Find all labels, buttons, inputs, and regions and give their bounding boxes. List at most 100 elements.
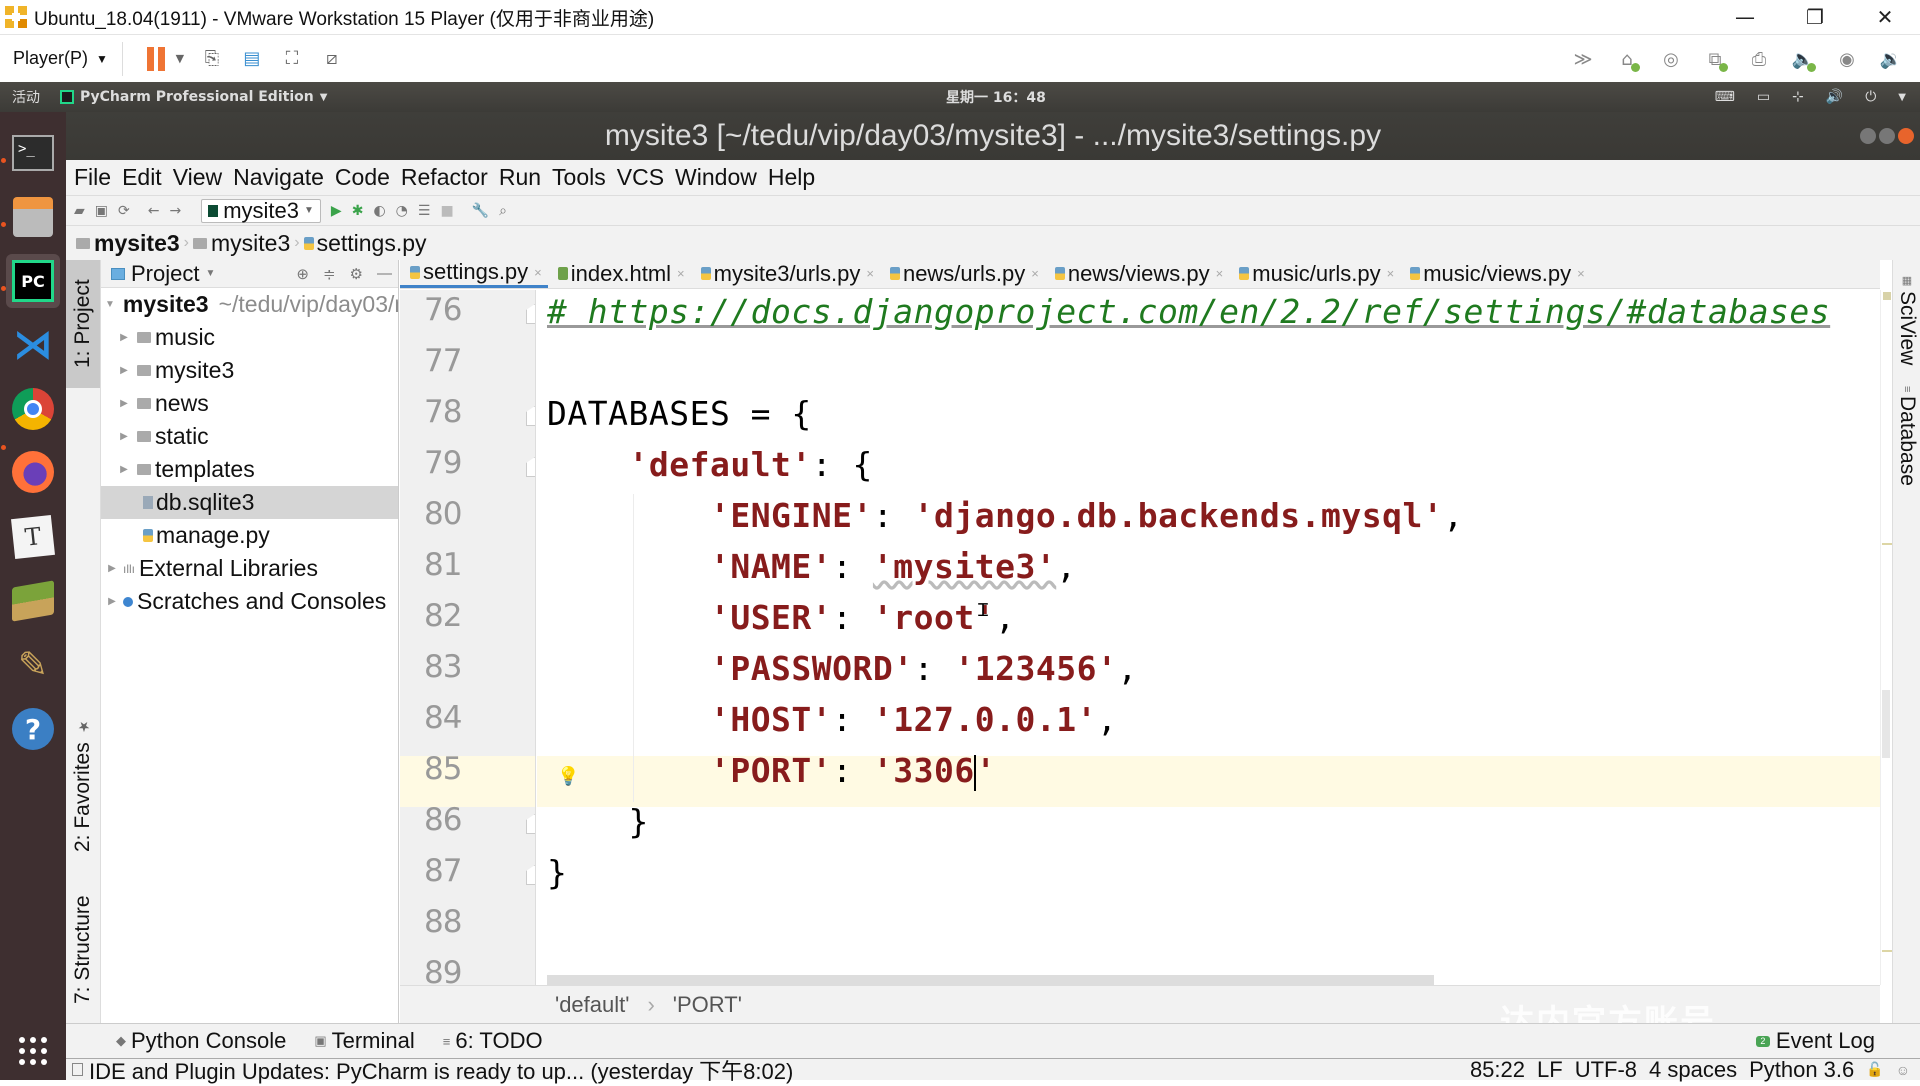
speaker-button[interactable]: 🔉 [1876,44,1906,74]
tool-tab-sciview[interactable]: ▦ SciView [1893,274,1920,370]
tree-item-scratches[interactable]: ▶ Scratches and Consoles [101,585,398,618]
gear-icon[interactable]: ⚙ [350,265,363,283]
printer-button[interactable]: ⎙ [1744,44,1774,74]
back-icon[interactable]: ← [148,203,160,219]
tool-python-console[interactable]: ◆ Python Console [116,1028,286,1054]
network-adapter-button[interactable]: ⧉ [1700,44,1730,74]
clock[interactable]: 星期一 16：48 [946,87,1046,107]
activities-button[interactable]: 活动 [12,87,40,107]
tool-tab-project[interactable]: 1: Project [66,260,100,388]
hard-disk-button[interactable]: ⌂ [1612,44,1642,74]
inspector-icon[interactable]: ☺ [1896,1062,1910,1078]
settings-wrench-icon[interactable]: 🔧 [472,203,489,219]
close-tab-icon[interactable]: × [866,266,874,281]
app-menu[interactable]: PyCharm Professional Edition ▼ [60,89,327,105]
menu-code[interactable]: Code [335,164,390,191]
vertical-scrollbar[interactable] [1882,690,1890,758]
save-icon[interactable]: ▣ [95,203,108,219]
close-tab-icon[interactable]: × [1577,266,1585,281]
launcher-help[interactable]: ? [6,702,60,756]
menu-navigate[interactable]: Navigate [233,164,324,191]
removable-devices-button[interactable]: ▤ [237,44,267,74]
close-tab-icon[interactable]: × [1216,266,1224,281]
launcher-vscode[interactable]: ⋊ [6,318,60,372]
close-button[interactable]: ✕ [1850,0,1920,34]
debug-icon[interactable]: ✱ [352,203,364,219]
sound-card-button[interactable]: 🔈 [1788,44,1818,74]
locate-icon[interactable]: ⊕ [296,265,309,283]
menu-edit[interactable]: Edit [122,164,162,191]
code-comment-link[interactable]: # https://docs.djangoproject.com/en/2.2/… [547,292,1830,331]
tab-music-urls-py[interactable]: music/urls.py × [1229,260,1400,288]
tab-settings-py[interactable]: settings.py × [400,260,548,288]
profile-icon[interactable]: ◔ [396,203,408,219]
warning-marker[interactable] [1882,950,1892,952]
menu-refactor[interactable]: Refactor [401,164,488,191]
more-devices-button[interactable]: ≫ [1568,44,1598,74]
tool-tab-favorites[interactable]: 2: Favorites ★ [66,710,100,860]
file-encoding[interactable]: UTF-8 [1575,1057,1637,1083]
minimize-button[interactable]: — [1710,0,1780,34]
stop-icon[interactable]: ■ [440,203,453,219]
tree-item-manage-py[interactable]: manage.py [101,519,398,552]
caret-position[interactable]: 85:22 [1470,1057,1525,1083]
cd-dvd-button[interactable]: ◎ [1656,44,1686,74]
fullscreen-button[interactable]: ⛶ [277,44,307,74]
launcher-firefox[interactable] [6,445,60,499]
tab-mysite3-urls-py[interactable]: mysite3/urls.py × [691,260,880,288]
tree-item-db-sqlite3[interactable]: db.sqlite3 [101,486,398,519]
tab-music-views-py[interactable]: music/views.py × [1400,260,1591,288]
launcher-files[interactable] [6,190,60,244]
player-menu[interactable]: Player(P) ▼ [13,41,123,76]
tree-item-static[interactable]: ▶ static [101,420,398,453]
nav-package[interactable]: mysite3 [211,230,290,257]
status-message[interactable]: IDE and Plugin Updates: PyCharm is ready… [72,1054,793,1086]
coverage-icon[interactable]: ◐ [373,203,385,219]
tree-item-mysite3[interactable]: ▶ mysite3 [101,354,398,387]
menu-view[interactable]: View [173,164,222,191]
menu-window[interactable]: Window [675,164,757,191]
close-tab-icon[interactable]: × [1031,266,1039,281]
power-icon[interactable]: ⏻ [1865,89,1876,105]
fold-marker[interactable] [526,304,535,324]
nav-root[interactable]: mysite3 [94,230,180,257]
tool-tab-structure[interactable]: 7: Structure [66,875,100,1025]
pause-button[interactable] [141,44,171,74]
search-icon[interactable]: ⌕ [499,203,507,219]
forward-icon[interactable]: → [169,203,181,219]
pycharm-close-button[interactable] [1898,128,1914,144]
code-editor[interactable]: 💡 # https://docs.djangoproject.com/en/2.… [537,290,1880,985]
tab-news-urls-py[interactable]: news/urls.py × [880,260,1045,288]
camera-button[interactable]: ◉ [1832,44,1862,74]
collapse-all-icon[interactable]: ≑ [323,265,336,283]
fold-marker[interactable] [526,814,535,834]
nav-file[interactable]: settings.py [317,230,427,257]
tree-item-news[interactable]: ▶ news [101,387,398,420]
volume-icon[interactable]: 🔊 [1826,89,1843,105]
indent-setting[interactable]: 4 spaces [1649,1057,1737,1083]
sync-icon[interactable]: ⟳ [118,203,130,219]
close-tab-icon[interactable]: × [677,266,685,281]
python-interpreter[interactable]: Python 3.6 [1749,1057,1854,1083]
launcher-paint[interactable]: ✎ [6,638,60,692]
warning-marker[interactable] [1882,543,1892,545]
show-applications-button[interactable] [6,1024,60,1078]
lock-icon[interactable]: 🔓 [1866,1061,1883,1078]
tree-item-templates[interactable]: ▶ templates [101,453,398,486]
concurrency-icon[interactable]: ☰ [418,203,431,219]
breadcrumb-default[interactable]: 'default' [555,992,629,1018]
line-separator[interactable]: LF [1537,1057,1563,1083]
launcher-books[interactable] [6,574,60,628]
tree-root[interactable]: ▼ mysite3 ~/tedu/vip/day03/mysite3 [101,288,398,321]
pause-dropdown[interactable]: ▼ [173,44,187,74]
network-icon[interactable]: ⊹ [1792,89,1804,105]
input-method-icon[interactable]: ▭ [1757,89,1770,105]
menu-tools[interactable]: Tools [552,164,606,191]
fold-marker[interactable] [526,457,535,477]
restore-button[interactable]: ❐ [1780,0,1850,34]
close-tab-icon[interactable]: × [1387,266,1395,281]
launcher-terminal[interactable]: >_ [6,126,60,180]
tree-item-music[interactable]: ▶ music [101,321,398,354]
chevron-down-icon[interactable]: ▼ [1898,92,1906,103]
tool-terminal[interactable]: ▣ Terminal [314,1028,414,1054]
